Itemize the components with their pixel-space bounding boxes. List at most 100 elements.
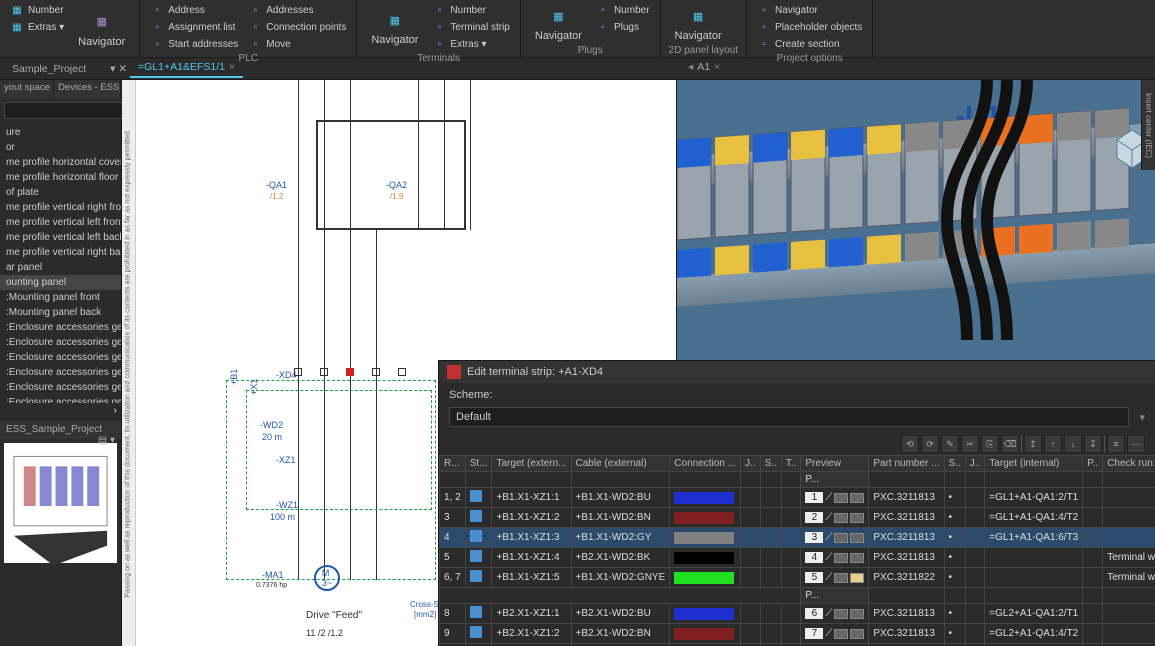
tree-item[interactable]: me profile horizontal cover bbox=[0, 155, 121, 170]
doc-tab-a1[interactable]: ◂ A1 × bbox=[680, 58, 728, 76]
ribbon-extras-[interactable]: ▫Extras ▾ bbox=[430, 36, 511, 52]
tree-item[interactable]: :Enclosure accessories gene bbox=[0, 395, 121, 403]
preview-label: ESS_Sample_Project ▤ ▾ bbox=[0, 419, 121, 439]
tree-item[interactable]: :Enclosure accessories gene bbox=[0, 380, 121, 395]
tree-item[interactable]: :Mounting panel back bbox=[0, 305, 121, 320]
ribbon: ▦Number▦Extras ▾ ▦Navigator ▫Address▫Assig… bbox=[0, 0, 1155, 58]
toolbar-button[interactable]: ✂ bbox=[961, 435, 979, 453]
toolbar-button[interactable]: ↓ bbox=[1064, 435, 1082, 453]
table-row[interactable]: 9+B2.X1-XZ1:2+B2.X1-WD2:BN7⟋PXC.3211813•… bbox=[440, 624, 1155, 644]
ribbon-group-label: 2D panel layout bbox=[669, 44, 739, 57]
toolbar-button[interactable]: ↧ bbox=[1084, 435, 1102, 453]
table-row[interactable]: 4+B1.X1-XZ1:3+B1.X1-WD2:GY3⟋PXC.3211813•… bbox=[440, 528, 1155, 548]
table-row[interactable]: P... bbox=[440, 588, 1155, 604]
toolbar-button[interactable]: ⟲ bbox=[901, 435, 919, 453]
terminal-grid[interactable]: R...St...Target (extern...Cable (externa… bbox=[439, 455, 1155, 646]
tree-item[interactable]: ure bbox=[0, 125, 121, 140]
tree-item[interactable]: me profile vertical right bac bbox=[0, 245, 121, 260]
tree-item[interactable]: me profile vertical left front bbox=[0, 215, 121, 230]
tree-item[interactable]: :Enclosure accessories gene bbox=[0, 365, 121, 380]
insert-center-tab[interactable]: Insert center (IEC) bbox=[1141, 80, 1155, 170]
grid-header[interactable]: R... bbox=[440, 456, 466, 472]
ribbon-number[interactable]: ▫Number bbox=[430, 2, 511, 18]
navigator-button[interactable]: ▦Navigator bbox=[529, 2, 588, 44]
grid-header[interactable]: Connection ... bbox=[670, 456, 741, 472]
ribbon-group-label: Terminals bbox=[365, 52, 512, 65]
doc-tab-gl1[interactable]: =GL1+A1&EFS1/1 × bbox=[130, 58, 243, 78]
scheme-select[interactable]: Default bbox=[449, 407, 1129, 427]
navigator-button[interactable]: ▦Navigator bbox=[365, 2, 424, 52]
close-icon[interactable]: × bbox=[714, 61, 720, 73]
toolbar-button[interactable]: ⎘ bbox=[981, 435, 999, 453]
tree-item[interactable]: ar panel bbox=[0, 260, 121, 275]
project-tab[interactable]: Sample_Project ▾ ✕ bbox=[4, 60, 135, 78]
table-row[interactable]: 1, 2+B1.X1-XZ1:1+B1.X1-WD2:BU1⟋PXC.32118… bbox=[440, 488, 1155, 508]
toolbar-button[interactable]: ⟳ bbox=[921, 435, 939, 453]
tree-item[interactable]: or bbox=[0, 140, 121, 155]
tree-item[interactable]: :Enclosure accessories gene bbox=[0, 320, 121, 335]
tree-item[interactable]: :Mounting panel front bbox=[0, 290, 121, 305]
tree-item[interactable]: me profile vertical left back bbox=[0, 230, 121, 245]
ribbon-addresses[interactable]: ▫Addresses bbox=[246, 2, 348, 18]
qa2-sub: /1.9 bbox=[390, 192, 403, 201]
tree-item[interactable]: :Enclosure accessories gene bbox=[0, 350, 121, 365]
grid-header[interactable]: Check run: Message text bbox=[1103, 456, 1155, 472]
ribbon-terminal-strip[interactable]: ▫Terminal strip bbox=[430, 19, 511, 35]
grid-header[interactable]: S.. bbox=[760, 456, 781, 472]
toolbar-button[interactable] bbox=[1104, 435, 1105, 453]
navigator-button[interactable]: ▦Navigator bbox=[669, 2, 728, 44]
grid-header[interactable]: Target (extern... bbox=[492, 456, 571, 472]
toolbar-button[interactable]: ⌫ bbox=[1001, 435, 1019, 453]
close-icon[interactable]: × bbox=[229, 61, 235, 73]
ribbon-plugs[interactable]: ▫Plugs bbox=[594, 19, 652, 35]
nav-tab[interactable]: yout space - bbox=[0, 80, 54, 98]
tree-item[interactable]: me profile vertical right fron bbox=[0, 200, 121, 215]
ribbon-navigator[interactable]: ▫Navigator bbox=[755, 2, 864, 18]
ribbon-assignment-list[interactable]: ▫Assignment list bbox=[148, 19, 240, 35]
grid-header[interactable]: St... bbox=[465, 456, 492, 472]
toolbar-button[interactable]: ≡ bbox=[1107, 435, 1125, 453]
dropdown-icon[interactable]: ▾ bbox=[1139, 411, 1145, 424]
toolbar-button[interactable]: ↑ bbox=[1044, 435, 1062, 453]
ribbon-address[interactable]: ▫Address bbox=[148, 2, 240, 18]
grid-header[interactable]: P.. bbox=[1083, 456, 1103, 472]
table-row[interactable]: 5+B1.X1-XZ1:4+B2.X1-WD2:BK4⟋PXC.3211813•… bbox=[440, 548, 1155, 568]
scheme-label: Scheme: bbox=[449, 389, 492, 401]
nav-tab[interactable]: Devices - ESS_ bbox=[54, 80, 121, 98]
grid-header[interactable]: J.. bbox=[741, 456, 761, 472]
dialog-toolbar: ⟲⟳✎✂⎘⌫ ↥↑↓↧ ≡⋯ bbox=[439, 433, 1155, 455]
toolbar-button[interactable]: ↥ bbox=[1024, 435, 1042, 453]
grid-header[interactable]: Cable (external) bbox=[571, 456, 670, 472]
toolbar-button[interactable]: ⋯ bbox=[1127, 435, 1145, 453]
grid-header[interactable]: Preview bbox=[801, 456, 869, 472]
ribbon-number[interactable]: ▫Number bbox=[594, 2, 652, 18]
grid-header[interactable]: S.. bbox=[944, 456, 965, 472]
ribbon-placeholder-objects[interactable]: ▫Placeholder objects bbox=[755, 19, 864, 35]
grid-header[interactable]: J.. bbox=[965, 456, 985, 472]
ribbon-connection-points[interactable]: ▫Connection points bbox=[246, 19, 348, 35]
motor-symbol: M3~ bbox=[314, 565, 340, 591]
ribbon-create-section[interactable]: ▫Create section bbox=[755, 36, 864, 52]
ribbon-extras-[interactable]: ▦Extras ▾ bbox=[8, 19, 66, 35]
navigator-button[interactable]: ▦Navigator bbox=[72, 2, 131, 55]
grid-header[interactable]: Target (internal) bbox=[985, 456, 1083, 472]
tree-item[interactable]: me profile horizontal floor bbox=[0, 170, 121, 185]
tree-item[interactable]: of plate bbox=[0, 185, 121, 200]
table-row[interactable]: 8+B2.X1-XZ1:1+B2.X1-WD2:BU6⟋PXC.3211813•… bbox=[440, 604, 1155, 624]
table-row[interactable]: 3+B1.X1-XZ1:2+B1.X1-WD2:BN2⟋PXC.3211813•… bbox=[440, 508, 1155, 528]
qa2-label: -QA2 bbox=[386, 180, 407, 190]
tree-item[interactable]: :Enclosure accessories gene bbox=[0, 335, 121, 350]
tree-item[interactable]: ounting panel bbox=[0, 275, 121, 290]
ribbon-number[interactable]: ▦Number bbox=[8, 2, 66, 18]
grid-header[interactable]: T.. bbox=[781, 456, 801, 472]
page-number: 11 /2 /1.2 bbox=[306, 628, 343, 638]
ribbon-group-label bbox=[8, 55, 131, 57]
qa1-sub: /1.2 bbox=[270, 192, 283, 201]
ribbon-start-addresses[interactable]: ▫Start addresses bbox=[148, 36, 240, 52]
table-row[interactable]: 6, 7+B1.X1-XZ1:5+B1.X1-WD2:GNYE5⟋PXC.321… bbox=[440, 568, 1155, 588]
toolbar-button[interactable]: ✎ bbox=[941, 435, 959, 453]
grid-header[interactable]: Part number ... bbox=[869, 456, 944, 472]
ribbon-move[interactable]: ▫Move bbox=[246, 36, 348, 52]
chevron-right-icon[interactable]: › bbox=[113, 405, 117, 417]
toolbar-button[interactable] bbox=[1021, 435, 1022, 453]
